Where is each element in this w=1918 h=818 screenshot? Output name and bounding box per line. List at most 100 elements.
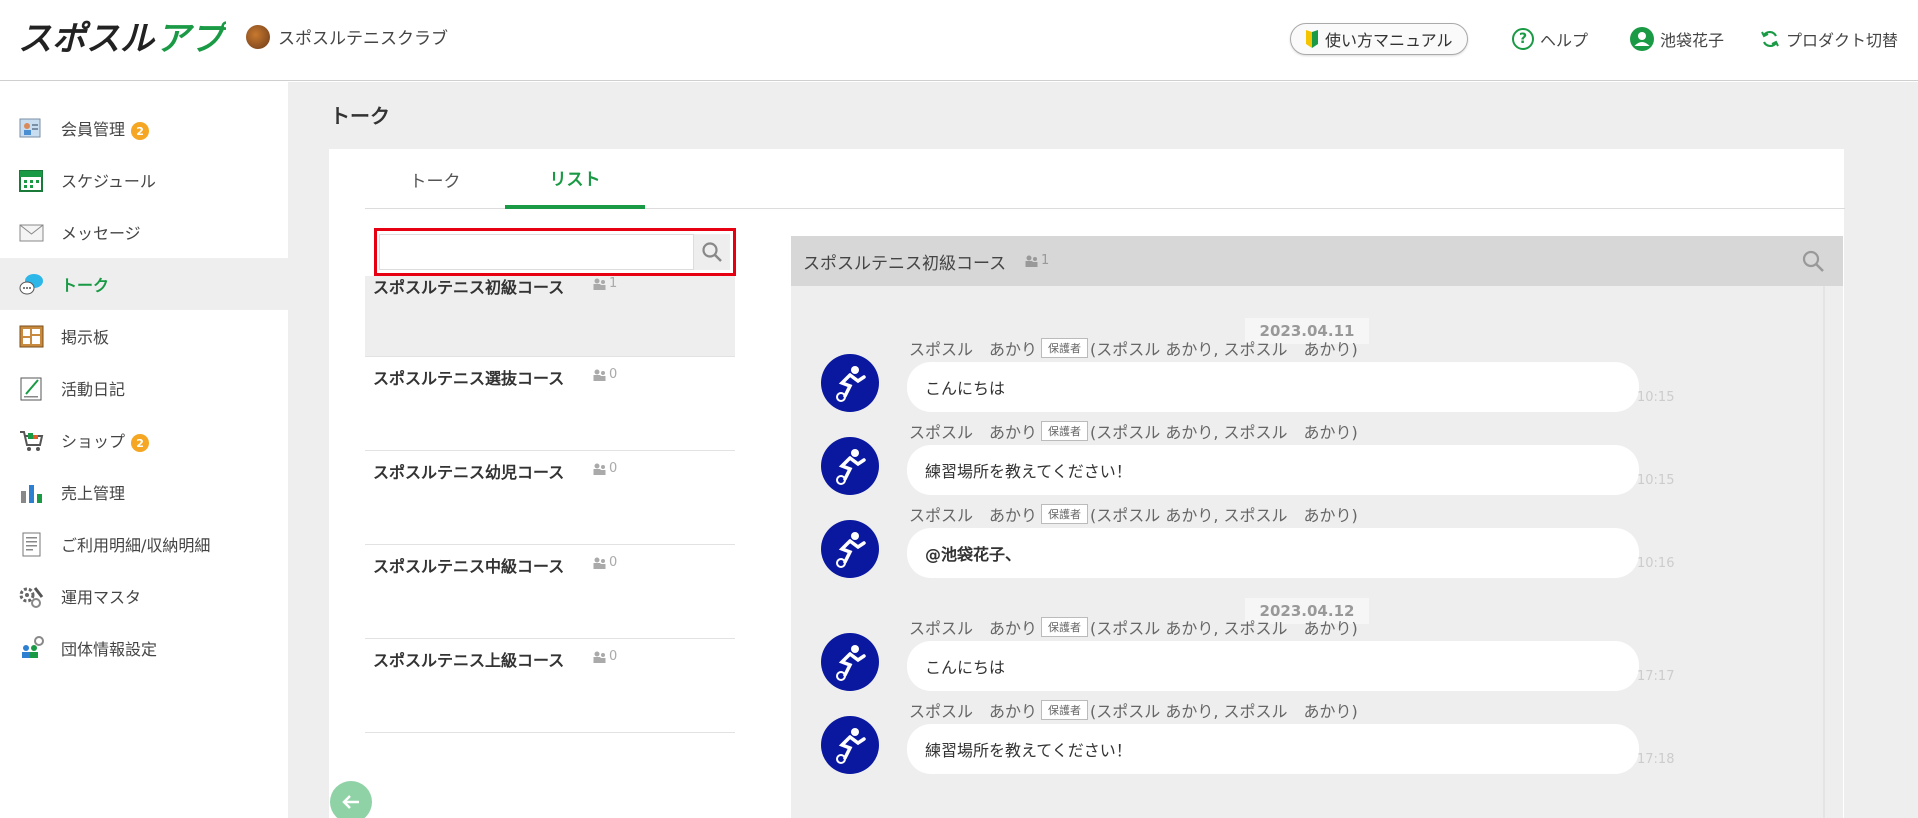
members-count-icon: [593, 463, 606, 475]
avatar[interactable]: [821, 437, 879, 495]
cart-icon: [20, 430, 44, 451]
role-tag: 保護者: [1041, 617, 1089, 637]
chat-message: スポスル あかり 保護者 (スポスル あかり, スポスル あかり) こんにちは 10…: [791, 336, 1843, 420]
help-label: ヘルプ: [1540, 31, 1589, 50]
sidebar-item-members[interactable]: 会員管理 2: [0, 102, 288, 154]
sidebar-item-label: スケジュール: [61, 172, 156, 191]
room-search-input[interactable]: [379, 234, 694, 270]
avatar[interactable]: [821, 354, 879, 412]
page-title: トーク: [330, 104, 390, 128]
sidebar-item-shop[interactable]: ショップ 2: [0, 414, 288, 466]
message-sender: スポスル あかり 保護者 (スポスル あかり, スポスル あかり): [909, 700, 1358, 721]
message-sender: スポスル あかり 保護者 (スポスル あかり, スポスル あかり): [909, 338, 1358, 359]
chat-message: スポスル あかり 保護者 (スポスル あかり, スポスル あかり) こんにちは 17…: [791, 615, 1843, 699]
members-count-icon: [593, 278, 606, 290]
chat-view: スポスルテニス初級コース 1 2023.04.11 スポスル あかり 保護者 (スポ…: [791, 236, 1843, 818]
top-header: スポスル アプリ スポスルテニスクラブ 使い方マニュアル ? ヘルプ 池袋花子 …: [0, 0, 1918, 81]
sidebar-item-label: 売上管理: [61, 484, 126, 503]
svg-text:アプリ: アプリ: [156, 19, 226, 59]
beginner-mark-icon: [1306, 30, 1318, 48]
club-name: スポスルテニスクラブ: [278, 29, 448, 49]
tab-talk[interactable]: トーク: [365, 149, 505, 209]
message-bubble: 練習場所を教えてください！: [907, 724, 1639, 774]
sidebar-item-label: 会員管理: [61, 119, 126, 139]
sidebar-item-label: 団体情報設定: [61, 640, 158, 659]
soccer-player-icon: [836, 366, 866, 402]
room-member-count: 0: [593, 367, 617, 382]
role-tag: 保護者: [1041, 338, 1089, 358]
product-switch-label: プロダクト切替: [1786, 31, 1899, 50]
calendar-icon: [19, 169, 43, 192]
soccer-player-icon: [836, 645, 866, 681]
club-selector[interactable]: スポスルテニスクラブ: [246, 24, 448, 49]
message-bubble: こんにちは: [907, 641, 1639, 691]
role-tag: 保護者: [1041, 700, 1089, 720]
message-time: 10:15: [1637, 473, 1675, 488]
message-time: 17:17: [1637, 669, 1675, 684]
user-menu[interactable]: 池袋花子: [1630, 27, 1724, 51]
soccer-player-icon: [836, 728, 866, 764]
arrow-left-icon: [342, 795, 359, 809]
room-list-item[interactable]: スポスルテニス中級コース 0: [365, 545, 735, 639]
sidebar-item-label: ご利用明細/収納明細: [61, 536, 211, 555]
back-button[interactable]: [330, 781, 372, 818]
room-list-item[interactable]: スポスルテニス選抜コース 0: [365, 357, 735, 451]
app-logo[interactable]: スポスル アプリ: [16, 14, 226, 62]
tab-list[interactable]: リスト: [505, 149, 645, 209]
sidebar-item-diary[interactable]: 活動日記: [0, 362, 288, 414]
message-time: 10:16: [1637, 556, 1675, 571]
members-count-icon: [593, 369, 606, 381]
chat-member-count: 1: [1025, 253, 1049, 268]
avatar[interactable]: [821, 633, 879, 691]
chat-title: スポスルテニス初級コース: [803, 254, 1007, 274]
tab-bar: トーク リスト: [365, 149, 1845, 209]
help-icon: ?: [1512, 28, 1534, 50]
sidebar-item-messages[interactable]: メッセージ: [0, 206, 288, 258]
sidebar-item-schedule[interactable]: スケジュール: [0, 154, 288, 206]
search-icon: [702, 242, 722, 262]
message-sender: スポスル あかり 保護者 (スポスル あかり, スポスル あかり): [909, 504, 1358, 525]
soccer-player-icon: [836, 532, 866, 568]
refresh-icon: [1761, 30, 1779, 48]
avatar[interactable]: [821, 520, 879, 578]
members-icon: [19, 118, 41, 137]
svg-text:スポスル: スポスル: [18, 19, 156, 59]
board-icon: [19, 325, 44, 347]
sidebar-item-board[interactable]: 掲示板: [0, 310, 288, 362]
room-name: スポスルテニス選抜コース: [373, 369, 565, 388]
room-name: スポスルテニス幼児コース: [373, 463, 565, 482]
sidebar-item-group-settings[interactable]: 団体情報設定: [0, 622, 288, 674]
gears-icon: [19, 586, 44, 608]
room-member-count: 0: [593, 461, 617, 476]
manual-button[interactable]: 使い方マニュアル: [1290, 23, 1468, 55]
sidebar-item-label: 掲示板: [61, 328, 110, 347]
soccer-player-icon: [836, 449, 866, 485]
sidebar-item-sales[interactable]: 売上管理: [0, 466, 288, 518]
help-link[interactable]: ? ヘルプ: [1512, 27, 1588, 51]
room-search-button[interactable]: [694, 234, 730, 270]
chat-message: スポスル あかり 保護者 (スポスル あかり, スポスル あかり) 練習場所を教えて…: [791, 419, 1843, 503]
room-list-item[interactable]: スポスルテニス上級コース 0: [365, 639, 735, 733]
room-member-count: 0: [593, 555, 617, 570]
search-icon[interactable]: [1801, 249, 1825, 273]
chat-message: スポスル あかり 保護者 (スポスル あかり, スポスル あかり) @池袋花子、 1…: [791, 502, 1843, 586]
message-time: 17:18: [1637, 752, 1675, 767]
main-content: トーク トーク リスト スポスルテニス初級コース 1 スポスルテニス選抜コース …: [288, 82, 1918, 818]
message-bubble: 練習場所を教えてください！: [907, 445, 1639, 495]
message-sender: スポスル あかり 保護者 (スポスル あかり, スポスル あかり): [909, 617, 1358, 638]
room-member-count: 1: [593, 276, 617, 291]
chat-message: スポスル あかり 保護者 (スポスル あかり, スポスル あかり) 練習場所を教えて…: [791, 698, 1843, 782]
sidebar-item-talk[interactable]: トーク: [0, 258, 288, 310]
sidebar-item-label: ショップ: [61, 431, 126, 451]
product-switch-link[interactable]: プロダクト切替: [1760, 27, 1898, 51]
sidebar-item-master[interactable]: 運用マスタ: [0, 570, 288, 622]
sidebar-nav: 会員管理 2 スケジュール メッセージ トーク 掲示板 活動日記 ショップ 2 …: [0, 82, 288, 818]
room-list-item[interactable]: スポスルテニス幼児コース 0: [365, 451, 735, 545]
message-time: 10:15: [1637, 390, 1675, 405]
room-name: スポスルテニス中級コース: [373, 557, 565, 576]
sidebar-item-label: トーク: [61, 276, 110, 295]
room-name: スポスルテニス初級コース: [373, 278, 565, 297]
sidebar-item-statements[interactable]: ご利用明細/収納明細: [0, 518, 288, 570]
avatar[interactable]: [821, 716, 879, 774]
room-list-item[interactable]: スポスルテニス初級コース 1: [365, 276, 735, 357]
